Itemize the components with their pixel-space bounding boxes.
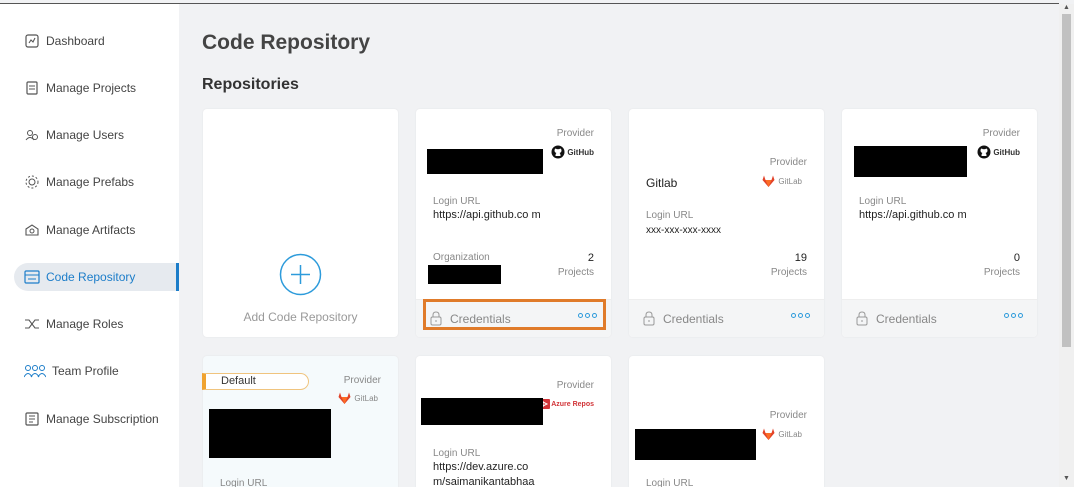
sidebar-item-label: Manage Roles bbox=[46, 317, 124, 331]
login-url-label: Login URL bbox=[646, 210, 694, 221]
lock-icon bbox=[856, 311, 868, 326]
gitlab-logo: GitLab bbox=[338, 392, 378, 404]
sidebar-item-code-repository[interactable]: Code Repository bbox=[14, 263, 179, 291]
more-options-icon[interactable] bbox=[791, 313, 810, 318]
team-icon bbox=[24, 363, 46, 379]
login-url-label: Login URL bbox=[859, 196, 907, 207]
provider-label: Provider bbox=[982, 128, 1020, 139]
login-url-value: https://api.github.co m bbox=[433, 209, 541, 221]
projects-label: Projects bbox=[983, 267, 1020, 278]
subscription-icon bbox=[24, 411, 40, 427]
gitlab-icon bbox=[338, 392, 351, 404]
sidebar-item-label: Team Profile bbox=[52, 364, 119, 378]
repository-name: Gitlab bbox=[646, 176, 678, 190]
sidebar: Dashboard Manage Projects Manage Users M… bbox=[0, 4, 179, 487]
section-title: Repositories bbox=[202, 76, 299, 93]
provider-label: Provider bbox=[769, 157, 807, 168]
organization-label: Organization bbox=[433, 252, 490, 263]
prefabs-icon bbox=[24, 174, 40, 190]
card-footer: Credentials bbox=[842, 299, 1037, 337]
repository-card[interactable]: Provider GitLab Gitlab Login URL xxx-xxx… bbox=[629, 109, 824, 337]
redacted-name bbox=[209, 409, 331, 458]
login-url-label: Login URL bbox=[220, 478, 268, 487]
scroll-up-icon[interactable]: ▲ bbox=[1063, 4, 1070, 11]
provider-label: Provider bbox=[769, 410, 807, 421]
sidebar-item-manage-prefabs[interactable]: Manage Prefabs bbox=[14, 168, 179, 196]
login-url-label: Login URL bbox=[646, 478, 694, 487]
sidebar-item-label: Manage Users bbox=[46, 128, 125, 142]
projects-label: Projects bbox=[557, 267, 594, 278]
gitlab-icon bbox=[762, 428, 775, 440]
sidebar-item-label: Manage Prefabs bbox=[46, 175, 135, 189]
gitlab-logo: GitLab bbox=[762, 175, 802, 187]
provider-label: Provider bbox=[556, 380, 594, 391]
sidebar-item-manage-artifacts[interactable]: Manage Artifacts bbox=[14, 216, 179, 244]
projects-icon bbox=[24, 80, 40, 96]
scroll-thumb[interactable] bbox=[1062, 14, 1071, 347]
sidebar-item-manage-users[interactable]: Manage Users bbox=[14, 121, 179, 149]
main-content: Code Repository Repositories Add Code Re… bbox=[179, 4, 1059, 487]
add-repository-label[interactable]: Add Code Repository bbox=[203, 310, 398, 324]
sidebar-item-team-profile[interactable]: Team Profile bbox=[14, 357, 179, 385]
more-options-icon[interactable] bbox=[1004, 313, 1023, 318]
roles-icon bbox=[24, 316, 40, 332]
sidebar-item-label: Manage Projects bbox=[46, 81, 137, 95]
repository-card[interactable]: Provider GitHub Login URL https://api.gi… bbox=[842, 109, 1037, 337]
repository-card[interactable]: Provider GitHub Login URL https://api.gi… bbox=[416, 109, 611, 337]
repository-icon bbox=[24, 269, 40, 285]
github-logo: GitHub bbox=[977, 145, 1020, 159]
card-footer: Credentials bbox=[629, 299, 824, 337]
redacted-name bbox=[854, 146, 967, 177]
credentials-button[interactable]: Credentials bbox=[643, 311, 724, 326]
login-url-value: xxx-xxx-xxx-xxxx bbox=[646, 225, 721, 236]
login-url-value: https://dev.azure.co m/saimanikantabhaa bbox=[433, 461, 535, 487]
default-badge: Default bbox=[202, 373, 309, 390]
project-count: 2 bbox=[587, 252, 594, 264]
redacted-name bbox=[421, 398, 543, 425]
projects-label: Projects bbox=[770, 267, 807, 278]
gitlab-logo: GitLab bbox=[762, 428, 802, 440]
plus-circle-icon[interactable] bbox=[279, 253, 322, 301]
login-url-value: https://api.github.co m bbox=[859, 209, 967, 221]
sidebar-item-label: Manage Artifacts bbox=[46, 223, 136, 237]
redacted-name bbox=[635, 429, 756, 460]
credentials-button[interactable]: Credentials bbox=[856, 311, 937, 326]
sidebar-item-label: Dashboard bbox=[46, 34, 105, 48]
sidebar-item-manage-roles[interactable]: Manage Roles bbox=[14, 310, 179, 338]
sidebar-item-manage-projects[interactable]: Manage Projects bbox=[14, 74, 179, 102]
github-icon bbox=[551, 145, 565, 159]
sidebar-item-label: Code Repository bbox=[46, 270, 136, 284]
redacted-name bbox=[427, 149, 543, 174]
provider-label: Provider bbox=[343, 375, 381, 386]
login-url-label: Login URL bbox=[433, 448, 481, 459]
sidebar-item-manage-subscription[interactable]: Manage Subscription bbox=[14, 405, 179, 433]
redacted-organization bbox=[428, 265, 501, 284]
scroll-down-icon[interactable]: ▼ bbox=[1063, 475, 1070, 482]
page-title: Code Repository bbox=[202, 31, 371, 54]
sidebar-item-label: Manage Subscription bbox=[46, 412, 159, 426]
repository-card-default[interactable]: Default Provider GitLab Login URL bbox=[202, 356, 398, 487]
add-repository-card[interactable]: Add Code Repository bbox=[203, 109, 398, 337]
github-logo: GitHub bbox=[551, 145, 594, 159]
gitlab-icon bbox=[762, 175, 775, 187]
sidebar-item-dashboard[interactable]: Dashboard bbox=[14, 27, 179, 55]
dashboard-icon bbox=[24, 33, 40, 49]
lock-icon bbox=[643, 311, 655, 326]
project-count: 0 bbox=[1013, 252, 1020, 264]
repository-card[interactable]: Provider GitLab Login URL bbox=[629, 356, 824, 487]
login-url-label: Login URL bbox=[433, 196, 481, 207]
artifacts-icon bbox=[24, 222, 40, 238]
project-count: 19 bbox=[794, 252, 807, 264]
credentials-highlight bbox=[423, 299, 606, 330]
azure-repos-logo: Azure Repos bbox=[540, 399, 594, 409]
github-icon bbox=[977, 145, 991, 159]
vertical-scrollbar[interactable]: ▲ ▼ bbox=[1059, 4, 1074, 487]
repository-card[interactable]: Provider Azure Repos Login URL https://d… bbox=[416, 356, 611, 487]
provider-label: Provider bbox=[556, 128, 594, 139]
users-icon bbox=[24, 127, 40, 143]
